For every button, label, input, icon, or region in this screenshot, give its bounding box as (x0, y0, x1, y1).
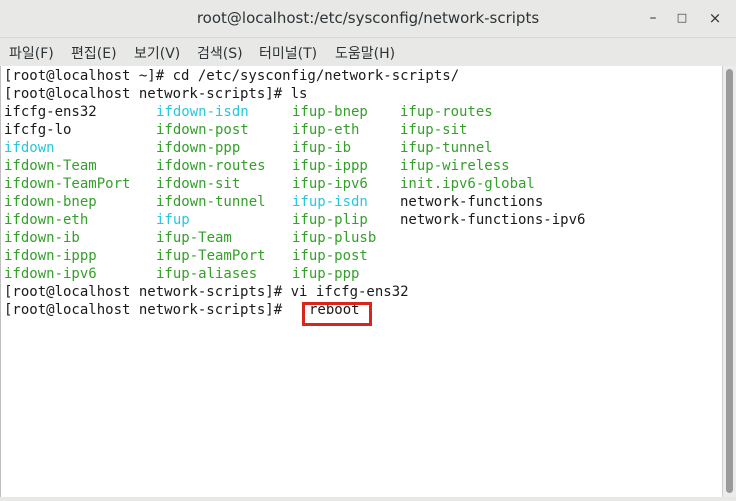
ls-entry: ifup-ipv6 (292, 176, 368, 192)
ls-entry: ifup-ppp (292, 266, 360, 282)
ls-entry: ifup-ippp (292, 158, 368, 174)
ls-entry: ifcfg-lo (4, 122, 72, 138)
ls-entry: ifup-post (292, 248, 368, 264)
ls-entry: init.ipv6-global (400, 176, 535, 192)
menu-edit[interactable]: 편집(E) (71, 43, 117, 63)
ls-entry: ifdown-eth (4, 212, 89, 228)
ls-entry: ifup-sit (400, 122, 468, 138)
ls-entry: ifdown-ppp (156, 140, 241, 156)
ls-entry: ifdown (4, 140, 55, 156)
terminal-output[interactable]: [root@localhost ~]# cd /etc/sysconfig/ne… (0, 66, 723, 497)
ls-entry: ifdown-post (156, 122, 249, 138)
close-icon[interactable]: × (706, 9, 724, 27)
ls-entry: ifup-aliases (156, 266, 258, 282)
ls-entry: ifdown-tunnel (156, 194, 266, 210)
terminal-line: [root@localhost network-scripts]# ls (4, 86, 308, 102)
ls-entry: ifdown-TeamPort (4, 176, 131, 192)
ls-entry: ifup-bnep (292, 104, 368, 120)
minimize-icon[interactable]: – (644, 9, 662, 27)
ls-entry: ifdown-ib (4, 230, 80, 246)
terminal-line: [root@localhost network-scripts]# (4, 302, 291, 318)
vertical-scrollbar[interactable] (722, 66, 736, 497)
scrollbar-thumb[interactable] (726, 69, 733, 493)
menu-view[interactable]: 보기(V) (134, 43, 180, 63)
ls-entry: network-functions-ipv6 (400, 212, 586, 228)
menu-file[interactable]: 파일(F) (9, 43, 54, 63)
ls-entry: ifup (156, 212, 190, 228)
ls-entry: network-functions (400, 194, 544, 210)
ls-entry: ifup-TeamPort (156, 248, 266, 264)
terminal-window: root@localhost:/etc/sysconfig/network-sc… (0, 0, 736, 501)
menu-search[interactable]: 검색(S) (197, 43, 243, 63)
terminal-line: [root@localhost network-scripts]# vi ifc… (4, 284, 409, 300)
highlight-box (302, 302, 372, 326)
ls-entry: ifdown-routes (156, 158, 266, 174)
ls-entry: ifdown-isdn (156, 104, 249, 120)
ls-entry: ifdown-ippp (4, 248, 97, 264)
ls-entry: ifcfg-ens32 (4, 104, 97, 120)
window-title: root@localhost:/etc/sysconfig/network-sc… (196, 9, 540, 27)
window-bottom-border (0, 497, 736, 501)
ls-entry: ifup-routes (400, 104, 493, 120)
menu-help[interactable]: 도움말(H) (335, 43, 395, 63)
ls-entry: ifup-wireless (400, 158, 510, 174)
ls-entry: ifdown-ipv6 (4, 266, 97, 282)
ls-entry: ifdown-sit (156, 176, 241, 192)
maximize-icon[interactable]: □ (673, 9, 691, 27)
menu-bar: 파일(F) 편집(E) 보기(V) 검색(S) 터미널(T) 도움말(H) (0, 38, 736, 66)
ls-entry: ifup-plusb (292, 230, 377, 246)
terminal-line: [root@localhost ~]# cd /etc/sysconfig/ne… (4, 68, 460, 84)
ls-entry: ifup-ib (292, 140, 352, 156)
ls-entry: ifdown-Team (4, 158, 97, 174)
ls-entry: ifup-plip (292, 212, 368, 228)
ls-entry: ifup-isdn (292, 194, 368, 210)
ls-entry: ifdown-bnep (4, 194, 97, 210)
ls-entry: ifup-Team (156, 230, 232, 246)
ls-entry: ifup-eth (292, 122, 360, 138)
menu-terminal[interactable]: 터미널(T) (259, 43, 317, 63)
title-bar[interactable]: root@localhost:/etc/sysconfig/network-sc… (0, 0, 736, 38)
ls-entry: ifup-tunnel (400, 140, 493, 156)
